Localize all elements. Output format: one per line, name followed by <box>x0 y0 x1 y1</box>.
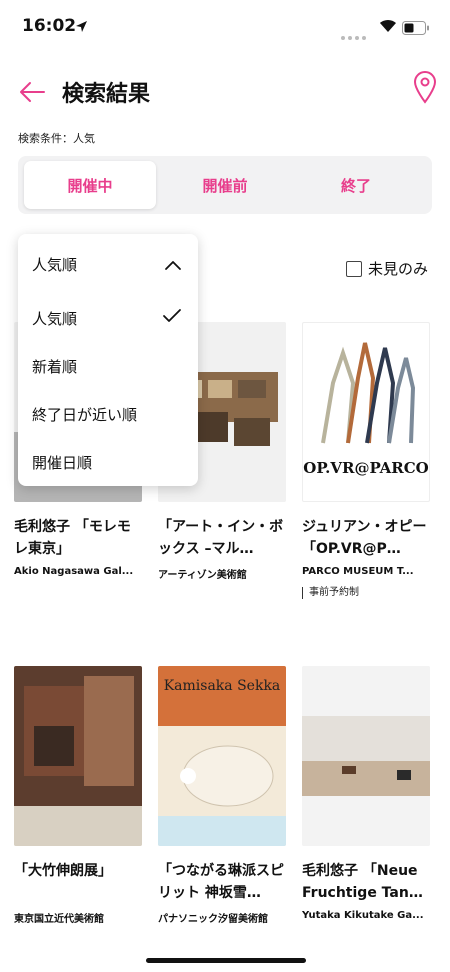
cellular-signal-icon <box>340 26 370 45</box>
exhibition-image[interactable] <box>302 666 430 846</box>
exhibition-venue: 東京国立近代美術館 <box>14 914 104 925</box>
sort-option-start-date[interactable]: 開催日順 <box>32 452 92 473</box>
battery-icon <box>402 20 430 39</box>
sort-option-ending-soon[interactable]: 終了日が近い順 <box>32 404 137 425</box>
sort-current[interactable]: 人気順 <box>32 254 77 275</box>
exhibition-card[interactable]: 「大竹伸朗展」 東京国立近代美術館 <box>14 666 144 925</box>
sort-option-newest[interactable]: 新着順 <box>32 356 77 377</box>
wifi-icon <box>378 17 398 37</box>
back-button[interactable] <box>18 78 46 106</box>
exhibition-title[interactable]: 「アート・イン・ボックス –マル… <box>158 516 288 560</box>
back-arrow-icon <box>20 82 45 102</box>
status-bar: 16:02 <box>0 0 450 56</box>
header: 検索結果 <box>0 70 450 114</box>
status-time: 16:02 <box>22 16 77 36</box>
tab-upcoming[interactable]: 開催前 <box>159 161 291 209</box>
exhibition-title[interactable]: 「つながる琳派スピリット 神坂雪… <box>158 860 288 904</box>
poster-text: OP.VR@PARCO <box>303 459 429 477</box>
checkbox-box[interactable] <box>346 260 362 277</box>
location-arrow-icon <box>75 18 88 37</box>
exhibition-venue: アーティゾン美術館 <box>158 570 247 581</box>
exhibition-card[interactable]: Kamisaka Sekka 「つながる琳派スピリット 神坂雪… パナソニック汐… <box>158 666 288 925</box>
chevron-up-icon[interactable] <box>164 256 182 275</box>
exhibition-card[interactable]: OP.VR@PARCO ジュリアン・オピー 「OP.VR@P… PARCO MU… <box>302 322 432 599</box>
page-title: 検索結果 <box>62 82 151 107</box>
search-condition: 検索条件：人気 <box>18 132 95 145</box>
sort-dropdown[interactable]: 人気順 人気順 新着順 終了日が近い順 開催日順 <box>18 234 198 486</box>
poster-text: Kamisaka Sekka <box>164 678 281 694</box>
unseen-only-label: 未見のみ <box>368 260 429 278</box>
exhibition-venue: Yutaka Kikutake Ga... <box>302 910 424 921</box>
map-pin-icon <box>413 71 437 104</box>
exhibition-image[interactable] <box>14 666 142 846</box>
exhibition-title[interactable]: 毛利悠子 「モレモレ東京」 <box>14 516 144 560</box>
home-indicator <box>146 958 306 963</box>
exhibition-card[interactable]: 毛利悠子 「Neue Fruchtige Tan… Yutaka Kikutak… <box>302 666 432 921</box>
status-tabs: 開催中 開催前 終了 <box>18 156 432 214</box>
exhibition-venue: PARCO MUSEUM T... <box>302 566 414 577</box>
tab-ended[interactable]: 終了 <box>290 161 422 209</box>
exhibition-title[interactable]: 毛利悠子 「Neue Fruchtige Tan… <box>302 860 432 904</box>
exhibition-venue: Akio Nagasawa Gal... <box>14 566 134 577</box>
exhibition-title[interactable]: ジュリアン・オピー 「OP.VR@P… <box>302 516 432 560</box>
exhibition-venue: パナソニック汐留美術館 <box>158 914 268 925</box>
exhibition-image[interactable]: Kamisaka Sekka <box>158 666 286 846</box>
sort-option-popular[interactable]: 人気順 <box>32 308 77 329</box>
map-pin-button[interactable] <box>412 70 438 104</box>
unseen-only-checkbox[interactable]: 未見のみ <box>346 258 428 279</box>
exhibition-image[interactable]: OP.VR@PARCO <box>302 322 430 502</box>
exhibition-title[interactable]: 「大竹伸朗展」 <box>14 860 144 904</box>
reservation-tag: 事前予約制 <box>302 587 432 599</box>
tab-ongoing[interactable]: 開催中 <box>24 161 156 209</box>
check-icon <box>162 308 182 328</box>
